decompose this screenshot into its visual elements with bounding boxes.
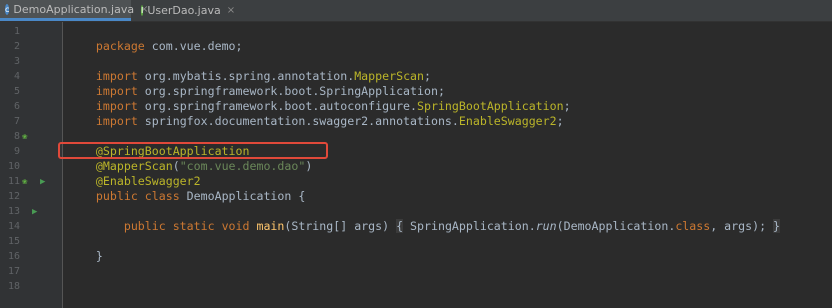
run-icon[interactable]: ▶ — [32, 207, 37, 218]
java-interface-icon: I — [141, 5, 144, 16]
tab-label: DemoApplication.java — [13, 2, 135, 16]
code-text: (DemoApplication. — [556, 219, 676, 233]
line-number: 13 — [7, 206, 20, 217]
spring-bean-icon[interactable]: ❀ — [22, 177, 27, 188]
keyword: import — [95, 114, 138, 128]
editor-gutter: 1 2 3 4 5 6 7 8 9 10 11 12 13 14 15 16 1… — [0, 22, 63, 308]
code-text: DemoApplication { — [179, 189, 306, 203]
java-class-icon: c — [5, 3, 10, 15]
tab-label: UserDao.java — [147, 4, 221, 17]
keyword: package — [95, 39, 145, 53]
code-line-6[interactable]: import springfox.documentation.swagger2.… — [68, 99, 564, 128]
line-number: 18 — [7, 281, 20, 292]
keyword: public static void — [123, 219, 250, 233]
spring-bean-icon[interactable]: ❀ — [22, 132, 27, 143]
line-number: 16 — [7, 251, 20, 262]
line-number: 15 — [7, 236, 20, 247]
code-line-5[interactable]: import org.springframework.boot.autoconf… — [68, 84, 571, 113]
editor-tab-bar: c DemoApplication.java × I UserDao.java … — [0, 0, 832, 22]
method-name: main — [249, 219, 285, 233]
static-method: run — [535, 219, 557, 233]
code-text: SpringApplication. — [403, 219, 536, 233]
line-number: 7 — [13, 116, 20, 127]
code-line-13[interactable]: public static void main(String[] args) {… — [68, 204, 781, 233]
line-number: 5 — [13, 86, 20, 97]
code-text: springfox.documentation.swagger2.annotat… — [137, 114, 459, 128]
code-line-11[interactable]: public class DemoApplication { — [68, 174, 305, 203]
code-text: com.vue.demo; — [144, 39, 243, 53]
code-text: ; — [556, 114, 564, 128]
line-number: 11 — [7, 176, 20, 187]
code-line-10[interactable]: @EnableSwagger2 — [68, 159, 201, 188]
tab-demo-application[interactable]: c DemoApplication.java × — [0, 0, 149, 21]
close-icon[interactable]: × — [227, 5, 235, 16]
code-line-3[interactable]: import org.mybatis.spring.annotation.Map… — [68, 54, 431, 83]
code-text: ; — [563, 99, 571, 113]
keyword: public class — [95, 189, 180, 203]
line-number: 12 — [7, 191, 20, 202]
code-line-1[interactable]: package com.vue.demo; — [68, 24, 243, 53]
line-number: 4 — [13, 71, 20, 82]
code-text: (String[] args) — [284, 219, 397, 233]
ide-window: c DemoApplication.java × I UserDao.java … — [0, 0, 832, 308]
class-reference: EnableSwagger2 — [458, 114, 557, 128]
code-line-15[interactable]: } — [68, 234, 103, 263]
line-number: 9 — [13, 146, 20, 157]
folded-brace[interactable]: { — [396, 219, 404, 233]
code-text: ) — [305, 159, 313, 173]
run-icon[interactable]: ▶ — [40, 177, 45, 188]
line-number: 8 — [13, 131, 20, 142]
keyword: class — [675, 219, 711, 233]
line-number: 3 — [13, 56, 20, 67]
tab-user-dao[interactable]: I UserDao.java × — [136, 0, 235, 21]
line-number: 10 — [7, 161, 20, 172]
code-line-4[interactable]: import org.springframework.boot.SpringAp… — [68, 69, 445, 98]
folded-brace[interactable]: } — [773, 219, 781, 233]
line-number: 2 — [13, 41, 20, 52]
line-number: 6 — [13, 101, 20, 112]
line-number: 17 — [7, 266, 20, 277]
highlight-box — [58, 142, 328, 159]
code-text: } — [95, 249, 103, 263]
line-number: 1 — [13, 26, 20, 37]
line-number: 14 — [7, 221, 20, 232]
code-text: , args); — [710, 219, 774, 233]
